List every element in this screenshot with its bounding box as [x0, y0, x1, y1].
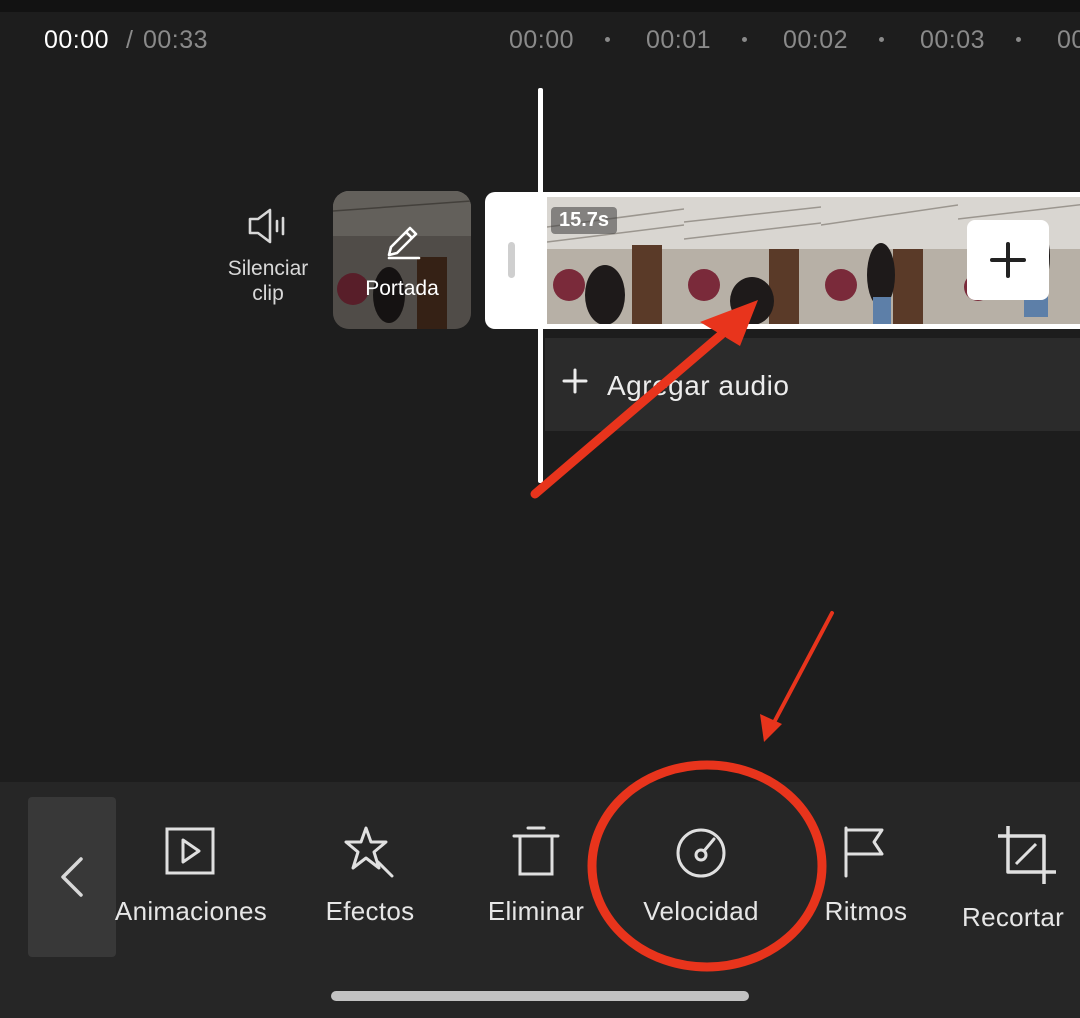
- ruler-mark: 00:01: [646, 26, 712, 54]
- play-square-icon: [165, 827, 215, 875]
- time-separator: /: [126, 26, 133, 54]
- tool-efectos[interactable]: Efectos: [306, 822, 434, 932]
- ruler-mark: 00:02: [783, 26, 849, 54]
- speedometer-icon: [676, 828, 726, 878]
- add-audio-button[interactable]: Agregar audio: [545, 338, 1080, 431]
- status-bar-strip: [0, 0, 1080, 12]
- current-time: 00:00: [44, 26, 110, 54]
- mute-clip-label: Silenciar clip: [227, 257, 309, 305]
- ruler-dot: [879, 37, 884, 42]
- tool-label: Efectos: [325, 896, 415, 926]
- playhead[interactable]: [538, 88, 543, 483]
- cover-label: Portada: [365, 277, 439, 300]
- ruler-dot: [605, 37, 610, 42]
- plus-icon: [990, 242, 1026, 278]
- tool-label: Animaciones: [114, 896, 268, 926]
- ruler-mark: 00:00: [509, 26, 575, 54]
- back-button[interactable]: [28, 797, 116, 957]
- clip-trim-handle[interactable]: [508, 242, 515, 278]
- chevron-left-icon: [61, 857, 83, 897]
- tool-label: Velocidad: [643, 896, 759, 926]
- clip-frame: [684, 197, 821, 324]
- clip-duration-badge: 15.7s: [551, 207, 618, 234]
- ruler-dot: [742, 37, 747, 42]
- total-duration: 00:33: [143, 26, 209, 54]
- annotation-arrow-shaft: [768, 611, 834, 732]
- plus-icon: [562, 368, 588, 394]
- ruler-mark: 00: [1057, 26, 1080, 54]
- ruler-mark: 00:03: [920, 26, 986, 54]
- tool-eliminar[interactable]: Eliminar: [472, 822, 600, 932]
- tool-recortar[interactable]: Recortar: [962, 822, 1080, 932]
- crop-icon: [998, 826, 1056, 884]
- speaker-icon: [248, 208, 285, 244]
- tool-animaciones[interactable]: Animaciones: [104, 822, 278, 932]
- pencil-icon: [387, 226, 421, 260]
- clip-frame: [821, 197, 958, 324]
- cover-thumbnail-button[interactable]: Portada: [333, 191, 471, 329]
- video-editor-screen: { "header": { "current_time": "00:00", "…: [0, 0, 1080, 1018]
- tool-label: Recortar: [962, 902, 1065, 932]
- annotation-arrow-head: [760, 714, 782, 742]
- home-indicator: [331, 991, 749, 1001]
- flag-icon: [844, 826, 884, 878]
- tool-ritmos[interactable]: Ritmos: [806, 822, 926, 932]
- ruler-dot: [1016, 37, 1021, 42]
- trash-icon: [512, 826, 560, 876]
- add-clip-button[interactable]: [967, 220, 1049, 300]
- tool-label: Eliminar: [487, 896, 585, 926]
- tool-label: Ritmos: [824, 896, 908, 926]
- add-audio-label: Agregar audio: [607, 370, 790, 401]
- mute-clip-button[interactable]: Silenciar clip: [222, 206, 314, 316]
- magic-star-icon: [344, 826, 394, 878]
- tool-velocidad[interactable]: Velocidad: [626, 822, 776, 932]
